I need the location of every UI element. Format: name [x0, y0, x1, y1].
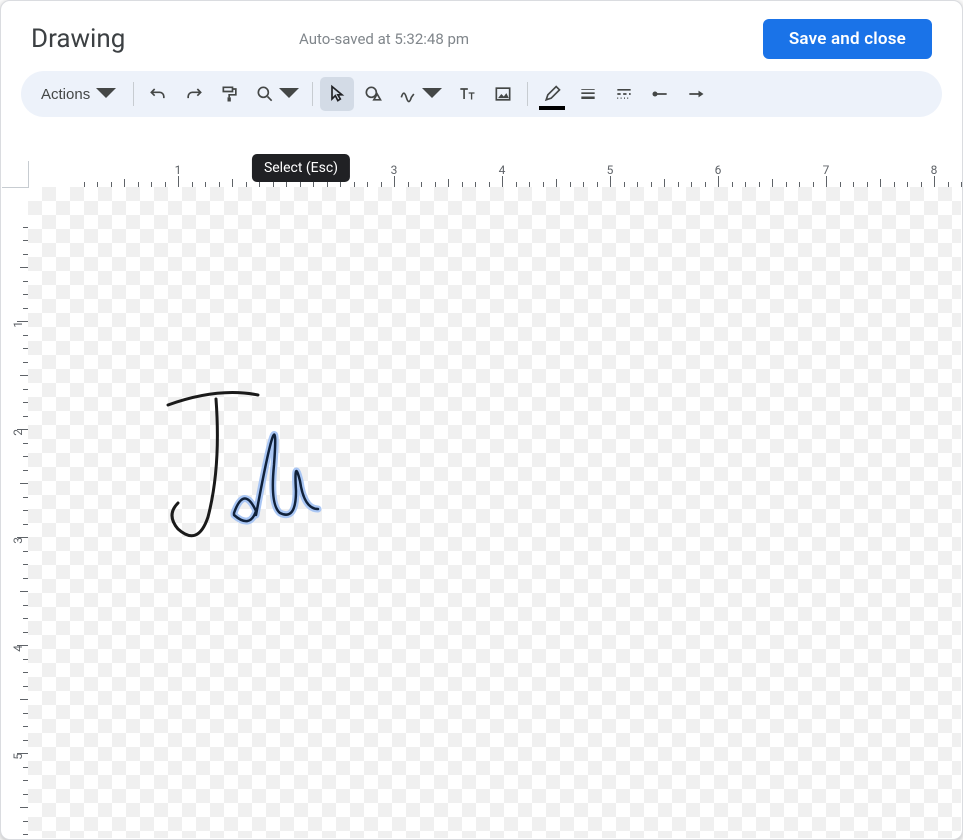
line-dash-button[interactable] — [607, 77, 641, 111]
ruler-h-label: 8 — [931, 163, 938, 177]
paint-roller-icon — [220, 84, 240, 104]
ruler-v-label: 4 — [11, 645, 25, 652]
select-tool-button[interactable] — [320, 77, 354, 111]
zoom-button[interactable] — [249, 77, 305, 111]
actions-label: Actions — [41, 86, 90, 103]
zoom-icon — [255, 84, 275, 104]
line-tool-button[interactable] — [392, 77, 448, 111]
scribble-icon — [398, 84, 418, 104]
image-icon — [493, 84, 513, 104]
caret-down-icon — [96, 84, 116, 104]
separator — [312, 82, 313, 106]
line-start-button[interactable] — [643, 77, 677, 111]
ruler-v-label: 1 — [11, 321, 25, 328]
caret-down-icon — [279, 84, 299, 104]
text-icon — [457, 84, 477, 104]
text-box-button[interactable] — [450, 77, 484, 111]
undo-icon — [148, 84, 168, 104]
line-weight-button[interactable] — [571, 77, 605, 111]
tooltip: Select (Esc) — [252, 154, 350, 182]
redo-icon — [184, 84, 204, 104]
ruler-v-label: 2 — [11, 429, 25, 436]
toolbar: Actions — [21, 71, 942, 117]
drawing-canvas[interactable] — [28, 187, 961, 838]
image-button[interactable] — [486, 77, 520, 111]
line-color-button[interactable] — [535, 77, 569, 111]
ruler-v-label: 5 — [11, 753, 25, 760]
line-color-swatch — [539, 106, 565, 110]
paint-format-button[interactable] — [213, 77, 247, 111]
dialog-title: Drawing — [31, 24, 125, 54]
redo-button[interactable] — [177, 77, 211, 111]
line-start-icon — [650, 84, 670, 104]
shape-tool-button[interactable] — [356, 77, 390, 111]
line-end-button[interactable] — [679, 77, 713, 111]
save-and-close-button[interactable]: Save and close — [763, 19, 932, 59]
ruler-h-label: 4 — [499, 163, 506, 177]
undo-button[interactable] — [141, 77, 175, 111]
ruler-h-label: 5 — [607, 163, 614, 177]
line-end-icon — [686, 84, 706, 104]
line-dash-icon — [614, 84, 634, 104]
pencil-icon — [542, 84, 562, 104]
cursor-icon — [327, 84, 347, 104]
actions-menu-button[interactable]: Actions — [31, 77, 126, 111]
dialog-header: Drawing Auto-saved at 5:32:48 pm Save an… — [1, 1, 962, 71]
canvas-area: 12345678 123456 — [2, 161, 961, 838]
ruler-h-label: 1 — [175, 163, 182, 177]
vertical-ruler: 123456 — [2, 187, 29, 838]
separator — [133, 82, 134, 106]
horizontal-ruler: 12345678 — [28, 161, 961, 188]
ruler-v-label: 3 — [11, 537, 25, 544]
drawing-dialog: Drawing Auto-saved at 5:32:48 pm Save an… — [0, 0, 963, 840]
ruler-h-label: 6 — [715, 163, 722, 177]
caret-down-icon — [422, 84, 442, 104]
ruler-h-label: 3 — [391, 163, 398, 177]
autosave-status: Auto-saved at 5:32:48 pm — [299, 30, 469, 48]
ruler-h-label: 7 — [823, 163, 830, 177]
shapes-icon — [363, 84, 383, 104]
ruler-corner — [2, 161, 29, 188]
separator — [527, 82, 528, 106]
line-weight-icon — [578, 84, 598, 104]
checkerboard-background — [28, 187, 961, 838]
